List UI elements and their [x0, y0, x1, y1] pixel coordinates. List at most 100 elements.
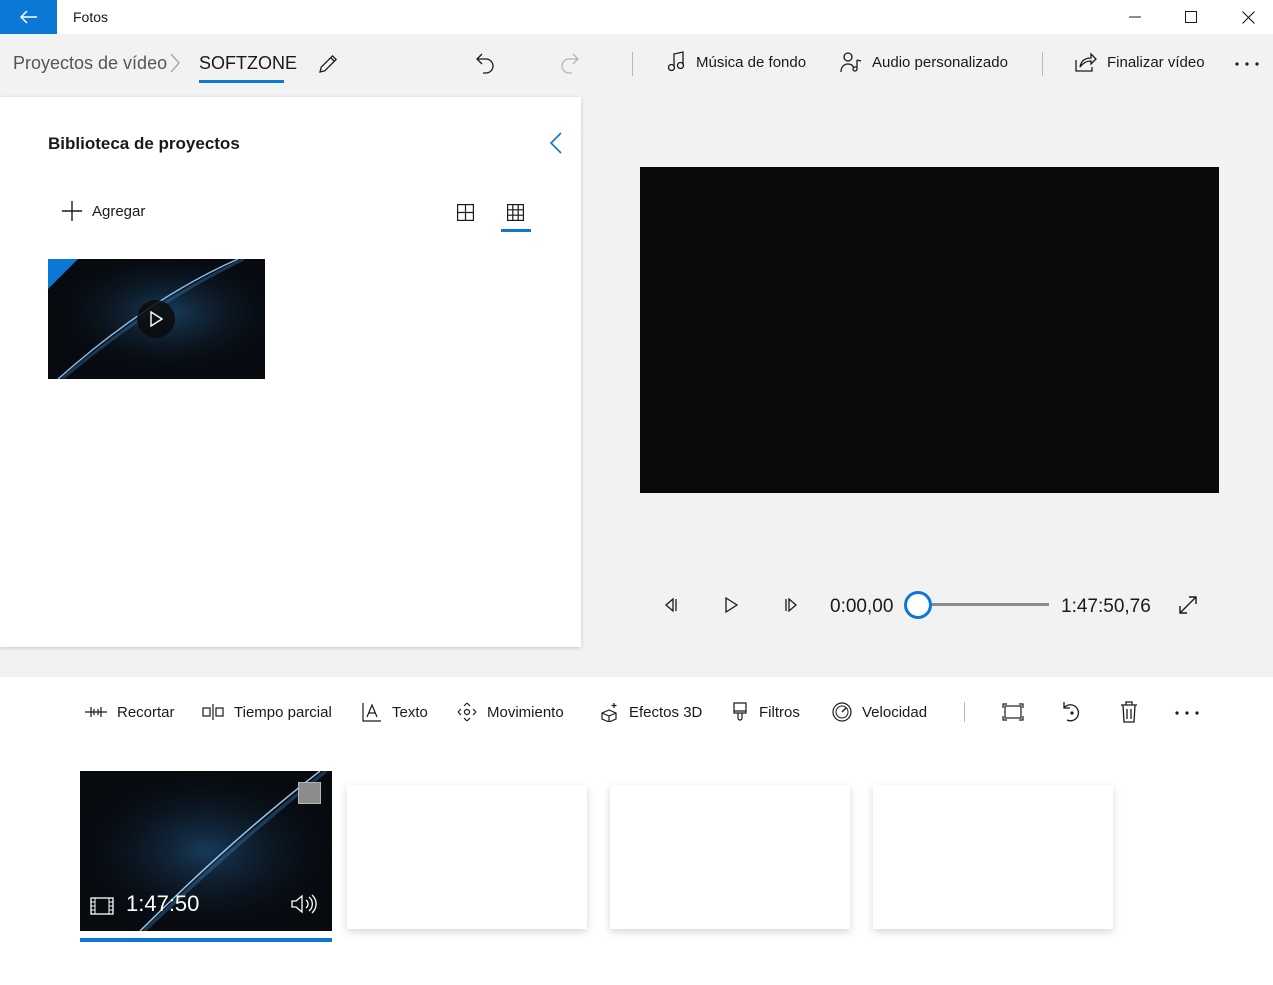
app-title: Fotos — [73, 9, 109, 25]
plus-icon — [62, 201, 82, 221]
step-forward-icon — [785, 597, 797, 613]
motion-icon — [457, 702, 477, 722]
3d-effects-button[interactable]: Efectos 3D — [599, 700, 702, 724]
pencil-icon — [319, 54, 338, 73]
arrow-left-icon — [19, 10, 37, 24]
motion-button[interactable]: Movimiento — [457, 700, 564, 724]
collapse-library-button[interactable] — [544, 129, 568, 157]
undo-button[interactable] — [470, 48, 500, 78]
trim-button[interactable]: Recortar — [85, 700, 175, 724]
current-time: 0:00,00 — [830, 596, 894, 617]
text-icon — [362, 703, 381, 722]
active-view-indicator — [501, 229, 531, 232]
play-icon — [725, 597, 738, 613]
person-audio-icon — [840, 52, 862, 73]
remove-black-bars-button[interactable] — [999, 699, 1027, 725]
split-icon — [202, 704, 224, 720]
chevron-right-icon — [170, 53, 180, 73]
filters-button[interactable]: Filtros — [731, 700, 800, 724]
grid-large-icon — [456, 203, 474, 221]
grid-small-icon — [506, 203, 524, 221]
speed-button[interactable]: Velocidad — [832, 700, 927, 724]
minimize-button[interactable] — [1106, 0, 1164, 34]
finish-video-button[interactable]: Finalizar vídeo — [1075, 50, 1205, 74]
trash-icon — [1121, 701, 1137, 723]
storyboard-clip[interactable]: 1:47:50 — [80, 771, 332, 931]
play-button[interactable] — [718, 592, 744, 618]
maximize-icon — [1185, 11, 1197, 23]
clip-select-checkbox[interactable] — [298, 782, 321, 804]
paint-brush-icon — [733, 702, 747, 721]
breadcrumb-video-projects[interactable]: Proyectos de vídeo — [13, 53, 167, 74]
seek-thumb[interactable] — [904, 591, 932, 619]
trim-label: Recortar — [117, 703, 175, 721]
redo-icon — [561, 53, 579, 74]
more-icon — [1235, 62, 1259, 66]
divider — [964, 702, 965, 722]
split-label: Tiempo parcial — [234, 703, 332, 721]
text-label: Texto — [392, 703, 428, 721]
breadcrumb-current-indicator — [199, 80, 284, 83]
expand-icon — [1179, 596, 1197, 614]
volume-icon[interactable] — [291, 894, 317, 914]
film-strip-icon — [90, 897, 114, 915]
speed-label: Velocidad — [862, 703, 928, 721]
small-grid-view-button[interactable] — [503, 200, 527, 224]
back-button[interactable] — [0, 0, 57, 34]
music-note-icon — [667, 51, 685, 72]
seek-bar[interactable] — [918, 603, 1049, 606]
command-bar: Proyectos de vídeo SOFTZONE Música de fo… — [0, 34, 1273, 96]
more-icon — [1175, 711, 1199, 715]
delete-button[interactable] — [1115, 699, 1143, 725]
text-button[interactable]: Texto — [362, 700, 428, 724]
chevron-left-icon — [550, 132, 562, 154]
divider — [632, 52, 633, 76]
new-item-corner-badge — [48, 259, 78, 289]
total-time: 1:47:50,76 — [1061, 596, 1151, 617]
undo-icon — [476, 53, 494, 74]
add-button[interactable]: Agregar — [62, 201, 145, 221]
background-music-label: Música de fondo — [696, 53, 807, 71]
empty-storyboard-slot[interactable] — [347, 785, 587, 929]
minimize-icon — [1129, 16, 1141, 18]
library-video-thumbnail[interactable] — [48, 259, 265, 379]
rename-project-button[interactable] — [314, 50, 342, 78]
project-library-panel: Biblioteca de proyectos Agregar — [0, 97, 581, 647]
maximize-button[interactable] — [1162, 0, 1220, 34]
selected-clip-indicator — [80, 938, 332, 942]
empty-storyboard-slot[interactable] — [610, 785, 850, 929]
close-button[interactable] — [1219, 0, 1273, 34]
rotate-icon — [1063, 702, 1080, 722]
trim-icon — [85, 707, 107, 717]
fullscreen-button[interactable] — [1175, 592, 1201, 618]
cube-sparkle-icon — [601, 703, 617, 722]
breadcrumb-current-project: SOFTZONE — [199, 53, 297, 73]
video-preview[interactable] — [640, 167, 1219, 493]
resize-frame-icon — [1002, 703, 1024, 721]
share-icon — [1075, 52, 1097, 72]
add-label: Agregar — [92, 202, 146, 220]
finish-video-label: Finalizar vídeo — [1107, 53, 1205, 71]
custom-audio-button[interactable]: Audio personalizado — [840, 50, 1008, 74]
library-title: Biblioteca de proyectos — [48, 134, 240, 153]
3d-effects-label: Efectos 3D — [629, 703, 703, 721]
background-music-button[interactable]: Música de fondo — [666, 50, 806, 74]
split-button[interactable]: Tiempo parcial — [202, 700, 332, 724]
previous-frame-button[interactable] — [658, 592, 684, 618]
step-back-icon — [665, 597, 677, 613]
motion-label: Movimiento — [487, 703, 564, 721]
redo-button[interactable] — [555, 48, 585, 78]
rotate-button[interactable] — [1057, 699, 1085, 725]
more-options-button[interactable] — [1232, 50, 1262, 78]
filters-label: Filtros — [759, 703, 800, 721]
title-bar: Fotos — [0, 0, 1273, 34]
empty-storyboard-slot[interactable] — [873, 785, 1113, 929]
next-frame-button[interactable] — [778, 592, 804, 618]
play-thumbnail-button[interactable] — [137, 300, 175, 338]
divider — [1042, 52, 1043, 76]
more-clip-options-button[interactable] — [1172, 701, 1202, 725]
large-grid-view-button[interactable] — [453, 200, 477, 224]
close-icon — [1241, 10, 1255, 24]
custom-audio-label: Audio personalizado — [872, 53, 1008, 71]
clip-duration: 1:47:50 — [126, 891, 200, 916]
